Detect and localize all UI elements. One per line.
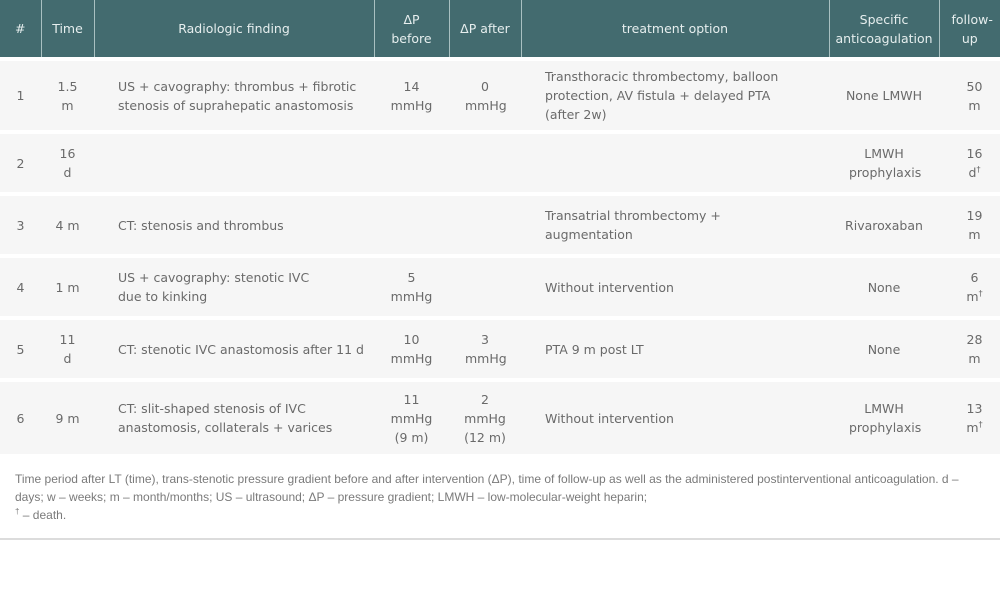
cell-treatment: Without intervention (521, 378, 829, 454)
cell-time: 1 m (41, 254, 94, 318)
results-table: # Time Radiologic finding ΔP before ΔP a… (0, 0, 1000, 454)
cell-finding: US + cavography: stenotic IVC due to kin… (94, 254, 374, 318)
cell-number: 1 (0, 57, 41, 132)
header-treatment-option: treatment option (521, 0, 830, 59)
cell-dp-after: 0 mmHg (449, 57, 521, 132)
cell-number: 5 (0, 316, 41, 380)
header-dp-before: ΔP before (374, 0, 450, 59)
cell-finding: US + cavography: thrombus + fibrotic ste… (94, 57, 374, 132)
table-row: 2 16 d LMWH prophylaxis 16 d† (0, 130, 1000, 194)
table-footnote: Time period after LT (time), trans-steno… (0, 454, 1000, 540)
header-radiologic-finding: Radiologic finding (94, 0, 375, 59)
cell-dp-before: 11 mmHg (9 m) (374, 378, 449, 454)
follow-up-value: 28 m (966, 332, 983, 366)
cell-anticoagulation: Rivaroxaban (829, 192, 939, 256)
cell-time: 11 d (41, 316, 94, 380)
cell-number: 6 (0, 378, 41, 454)
cell-follow-up: 16 d† (939, 130, 1000, 194)
cell-follow-up: 28 m (939, 316, 1000, 380)
table-container: # Time Radiologic finding ΔP before ΔP a… (0, 0, 1000, 540)
cell-treatment: Transatrial thrombectomy + augmentation (521, 192, 829, 256)
follow-up-value: 6 m (966, 270, 979, 304)
cell-anticoagulation: LMWH prophylaxis (829, 130, 939, 194)
table-row: 1 1.5 m US + cavography: thrombus + fibr… (0, 57, 1000, 132)
cell-dp-after: 3 mmHg (449, 316, 521, 380)
cell-treatment: PTA 9 m post LT (521, 316, 829, 380)
cell-dp-before: 14 mmHg (374, 57, 449, 132)
table-row: 5 11 d CT: stenotic IVC anastomosis afte… (0, 316, 1000, 380)
header-time: Time (41, 0, 95, 59)
follow-up-value: 50 m (966, 78, 983, 113)
header-row: # Time Radiologic finding ΔP before ΔP a… (0, 0, 1000, 59)
cell-dp-before (374, 130, 449, 194)
cell-treatment: Transthoracic thrombectomy, balloon prot… (521, 57, 829, 132)
follow-up-value: 13 m (966, 401, 983, 435)
cell-dp-before (374, 192, 449, 256)
cell-follow-up: 6 m† (939, 254, 1000, 318)
table-row: 4 1 m US + cavography: stenotic IVC due … (0, 254, 1000, 318)
cell-treatment (521, 130, 829, 194)
header-number: # (0, 0, 42, 59)
table-body: 1 1.5 m US + cavography: thrombus + fibr… (0, 57, 1000, 454)
cell-finding: CT: stenotic IVC anastomosis after 11 d (94, 316, 374, 380)
cell-time: 16 d (41, 130, 94, 194)
cell-follow-up: 13 m† (939, 378, 1000, 454)
table-row: 3 4 m CT: stenosis and thrombus Transatr… (0, 192, 1000, 256)
cell-anticoagulation: None (829, 316, 939, 380)
cell-finding: CT: slit-shaped stenosis of IVC anastomo… (94, 378, 374, 454)
cell-dp-after (449, 254, 521, 318)
footnote-text: Time period after LT (time), trans-steno… (15, 472, 959, 504)
table-header: # Time Radiologic finding ΔP before ΔP a… (0, 0, 1000, 59)
cell-time: 4 m (41, 192, 94, 256)
cell-dp-after (449, 130, 521, 194)
header-follow-up: follow-up (939, 0, 1000, 59)
header-specific-anticoagulation: Specific anticoagulation (829, 0, 940, 59)
cell-dp-before: 5 mmHg (374, 254, 449, 318)
follow-up-value: 16 d (966, 146, 983, 180)
cell-time: 1.5 m (41, 57, 94, 132)
cell-follow-up: 19 m (939, 192, 1000, 256)
death-marker: † (976, 165, 981, 174)
cell-dp-before: 10 mmHg (374, 316, 449, 380)
cell-anticoagulation: None LMWH (829, 57, 939, 132)
footnote-death-text: – death. (19, 508, 67, 522)
cell-anticoagulation: None (829, 254, 939, 318)
cell-treatment: Without intervention (521, 254, 829, 318)
cell-time: 9 m (41, 378, 94, 454)
table-row: 6 9 m CT: slit-shaped stenosis of IVC an… (0, 378, 1000, 454)
cell-number: 2 (0, 130, 41, 194)
cell-finding (94, 130, 374, 194)
follow-up-value: 19 m (966, 208, 983, 242)
cell-number: 3 (0, 192, 41, 256)
death-marker: † (978, 289, 983, 298)
cell-number: 4 (0, 254, 41, 318)
death-marker: † (978, 420, 983, 429)
cell-finding: CT: stenosis and thrombus (94, 192, 374, 256)
header-dp-after: ΔP after (449, 0, 522, 59)
cell-follow-up: 50 m (939, 57, 1000, 132)
cell-dp-after (449, 192, 521, 256)
cell-dp-after: 2 mmHg (12 m) (449, 378, 521, 454)
cell-anticoagulation: LMWH prophylaxis (829, 378, 939, 454)
